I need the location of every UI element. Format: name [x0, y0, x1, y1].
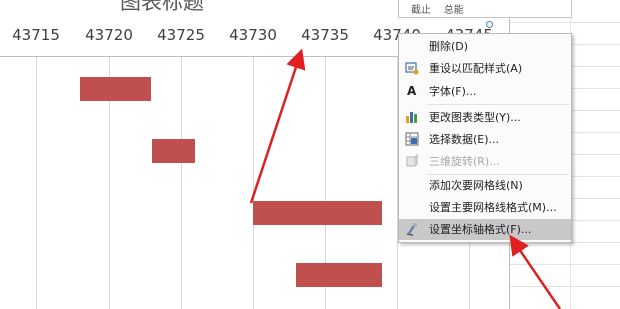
annotation-arrows [249, 48, 562, 309]
annotation-arrow-to-axis [249, 48, 306, 204]
annotation-arrow-to-menu-item [509, 234, 562, 309]
